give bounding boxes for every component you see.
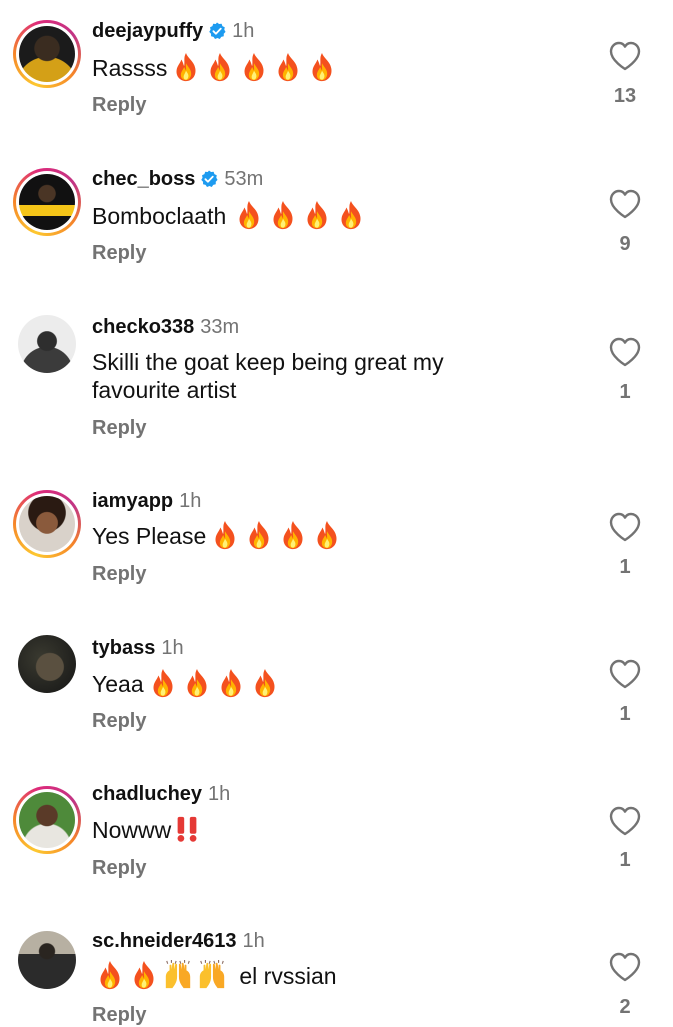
comment-timestamp: 1h [232, 20, 255, 42]
raising-hands-emoji [197, 960, 227, 990]
fire-emoji [171, 52, 201, 82]
comment-item: chec_boss 53m Bomboclaath Reply 9 [0, 148, 673, 296]
comment-text-row: el rvssian [92, 960, 532, 990]
avatar[interactable] [13, 168, 81, 236]
fire-emoji [268, 200, 298, 230]
double-exclamation-emoji [172, 814, 202, 844]
like-heart-icon[interactable] [609, 41, 641, 71]
raising-hands-emoji [163, 960, 193, 990]
like-heart-icon[interactable] [609, 189, 641, 219]
like-heart-icon[interactable] [609, 952, 641, 982]
like-heart-icon[interactable] [609, 806, 641, 836]
verified-badge-icon [208, 22, 226, 40]
like-heart-icon[interactable] [609, 659, 641, 689]
like-heart-icon[interactable] [609, 337, 641, 367]
comment-item: checko338 33m Skilli the goat keep being… [0, 296, 673, 472]
comment-username[interactable]: deejaypuffy [92, 19, 203, 43]
comment-item: sc.hneider4613 1h el rvssian Reply 2 [0, 916, 673, 1027]
like-count[interactable]: 1 [600, 702, 650, 726]
comment-text: Bomboclaath [92, 203, 227, 229]
fire-emoji [273, 52, 303, 82]
comment-timestamp: 1h [242, 930, 265, 952]
reply-button[interactable]: Reply [92, 241, 146, 265]
comment-text: Nowww [92, 817, 172, 843]
fire-emoji [216, 668, 246, 698]
fire-emoji [205, 52, 235, 82]
comment-item: deejaypuffy 1h Rassss Reply 13 [0, 0, 673, 148]
fire-emoji [210, 520, 240, 550]
reply-button[interactable]: Reply [92, 856, 146, 880]
fire-emoji [234, 200, 264, 230]
fire-emoji [278, 520, 308, 550]
fire-emoji [182, 668, 212, 698]
reply-button[interactable]: Reply [92, 416, 146, 440]
like-count[interactable]: 1 [600, 848, 650, 872]
avatar[interactable] [13, 490, 81, 558]
fire-emoji [307, 52, 337, 82]
comment-item: tybass 1h Yeaa Reply 1 [0, 620, 673, 768]
fire-emoji [129, 960, 159, 990]
like-count[interactable]: 1 [600, 380, 650, 404]
comment-username[interactable]: iamyapp [92, 489, 173, 513]
comment-text-row: Rassss [92, 52, 532, 82]
comment-text-row: Nowww [92, 814, 532, 844]
reply-button[interactable]: Reply [92, 562, 146, 586]
verified-badge-icon [200, 170, 218, 188]
like-count[interactable]: 1 [600, 555, 650, 579]
avatar[interactable] [13, 926, 81, 994]
comment-username[interactable]: chec_boss [92, 167, 195, 191]
comment-username[interactable]: chadluchey [92, 782, 202, 806]
fire-emoji [336, 200, 366, 230]
comment-text: Yeaa [92, 671, 144, 697]
comment-timestamp: 1h [161, 637, 184, 659]
comment-text: Rassss [92, 55, 168, 81]
avatar[interactable] [13, 630, 81, 698]
reply-button[interactable]: Reply [92, 93, 146, 117]
fire-emoji [239, 52, 269, 82]
avatar[interactable] [13, 310, 81, 378]
comment-item: chadluchey 1h Nowww Reply 1 [0, 768, 673, 916]
fire-emoji [250, 668, 280, 698]
comment-timestamp: 1h [208, 783, 231, 805]
comment-timestamp: 53m [224, 168, 264, 190]
comment-text-row: Bomboclaath [92, 200, 532, 230]
fire-emoji [302, 200, 332, 230]
fire-emoji [312, 520, 342, 550]
like-count[interactable]: 2 [600, 995, 650, 1019]
avatar[interactable] [13, 20, 81, 88]
avatar[interactable] [13, 786, 81, 854]
comment-text: Skilli the goat keep being great my favo… [92, 349, 444, 403]
reply-button[interactable]: Reply [92, 1003, 146, 1027]
comment-username[interactable]: checko338 [92, 315, 194, 339]
reply-button[interactable]: Reply [92, 709, 146, 733]
comment-text-row: Yeaa [92, 668, 532, 698]
comment-timestamp: 1h [179, 490, 202, 512]
comment-text-row: Yes Please [92, 520, 532, 550]
like-heart-icon[interactable] [609, 512, 641, 542]
comment-text: Yes Please [92, 523, 207, 549]
fire-emoji [244, 520, 274, 550]
comment-item: iamyapp 1h Yes Please Reply 1 [0, 472, 673, 620]
comment-text-row: Skilli the goat keep being great my favo… [92, 348, 532, 404]
comment-timestamp: 33m [200, 316, 240, 338]
fire-emoji [95, 960, 125, 990]
comment-text: el rvssian [239, 963, 337, 989]
comment-username[interactable]: sc.hneider4613 [92, 929, 237, 953]
fire-emoji [148, 668, 178, 698]
comment-username[interactable]: tybass [92, 636, 155, 660]
like-count[interactable]: 9 [600, 232, 650, 256]
like-count[interactable]: 13 [600, 84, 650, 108]
